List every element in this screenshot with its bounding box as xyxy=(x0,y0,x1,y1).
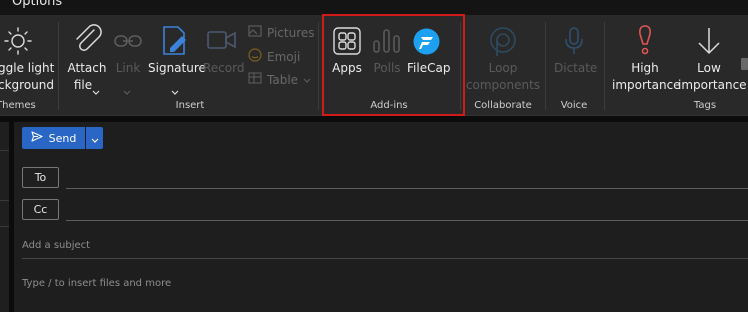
chevron-down-icon[interactable] xyxy=(123,81,131,100)
chevron-down-icon[interactable] xyxy=(171,81,179,100)
video-record-icon[interactable] xyxy=(206,28,238,52)
separator xyxy=(604,22,605,110)
record-label[interactable]: Record xyxy=(203,60,244,77)
sun-icon[interactable] xyxy=(2,27,34,57)
dictate-label[interactable]: Dictate xyxy=(554,60,597,77)
table-button[interactable]: Table xyxy=(248,72,311,87)
subject-underline xyxy=(22,258,748,259)
attach-file-label[interactable]: Attach xyxy=(66,60,108,77)
link-icon[interactable] xyxy=(113,30,143,52)
separator xyxy=(58,22,59,110)
toggle-light-label-2[interactable]: ckground xyxy=(0,77,54,94)
table-icon xyxy=(248,72,262,87)
pictures-button[interactable]: Pictures xyxy=(248,25,315,40)
subject-input[interactable]: Add a subject xyxy=(22,240,90,251)
separator xyxy=(545,22,546,110)
group-label-tags: Tags xyxy=(693,100,717,111)
toggle-light-label-1[interactable]: ggle light xyxy=(0,60,54,77)
loop-components-label-2[interactable]: components xyxy=(464,77,542,94)
group-label-voice: Voice xyxy=(560,100,588,111)
group-label-themes: Themes xyxy=(0,100,36,111)
ribbon-overflow-indicator xyxy=(741,58,748,70)
send-label: Send xyxy=(48,131,77,145)
chevron-down-icon xyxy=(91,129,99,148)
microphone-icon[interactable] xyxy=(563,26,585,56)
to-field[interactable] xyxy=(66,188,748,189)
high-importance-label-2[interactable]: importance xyxy=(612,77,681,94)
separator xyxy=(318,22,319,110)
title-strip xyxy=(0,0,748,15)
signature-label[interactable]: Signature xyxy=(148,60,206,77)
signature-icon[interactable] xyxy=(160,24,190,58)
loop-icon[interactable] xyxy=(488,26,518,58)
window-title: Options xyxy=(12,0,63,9)
divider xyxy=(0,200,9,201)
low-importance-label-2[interactable]: importance xyxy=(678,77,747,94)
group-label-insert: Insert xyxy=(175,100,205,111)
divider xyxy=(0,226,9,227)
chevron-down-icon[interactable] xyxy=(92,81,100,100)
paperclip-icon[interactable] xyxy=(72,24,104,58)
emoji-label: Emoji xyxy=(267,49,301,64)
picture-icon xyxy=(248,25,262,40)
emoji-button[interactable]: Emoji xyxy=(248,48,300,65)
emoji-icon xyxy=(248,48,262,65)
send-button[interactable]: Send xyxy=(22,127,85,149)
arrow-down-icon[interactable] xyxy=(697,26,721,56)
cc-field[interactable] xyxy=(66,220,748,221)
low-importance-label-1[interactable]: Low xyxy=(684,60,734,77)
body-editor[interactable]: Type / to insert files and more xyxy=(22,278,171,289)
addins-highlight-box xyxy=(322,14,465,116)
to-button[interactable]: To xyxy=(22,167,59,188)
link-label[interactable]: Link xyxy=(114,60,142,77)
send-options-button[interactable] xyxy=(86,127,103,149)
divider xyxy=(0,150,9,151)
loop-components-label-1[interactable]: Loop xyxy=(470,60,536,77)
send-icon xyxy=(31,131,43,145)
pictures-label: Pictures xyxy=(267,25,315,40)
table-label: Table xyxy=(267,72,299,87)
high-importance-label-1[interactable]: High xyxy=(615,60,675,77)
exclamation-icon[interactable] xyxy=(634,24,656,56)
chevron-down-icon xyxy=(303,73,311,87)
group-label-collaborate: Collaborate xyxy=(474,100,532,111)
cc-button[interactable]: Cc xyxy=(22,199,59,220)
